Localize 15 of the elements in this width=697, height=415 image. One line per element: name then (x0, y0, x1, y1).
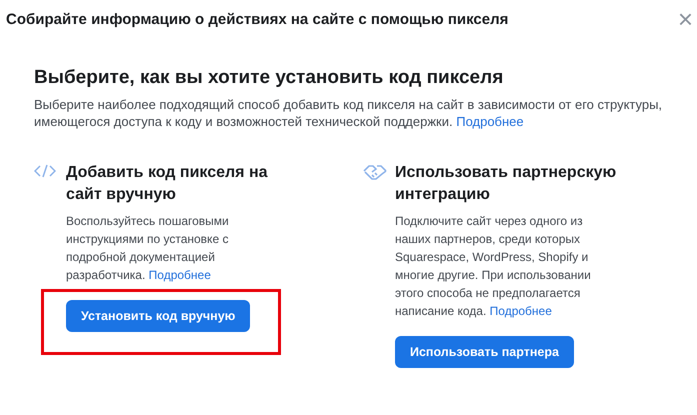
option-button[interactable]: Установить код вручную (66, 300, 250, 332)
dialog-title: Собирайте информацию о действиях на сайте с помощью пикселя (6, 10, 508, 28)
option-description: Подключите сайт через одного из наших партнеров, среди которых Squarespace, WordPress, Shopify и многие другие. При использовании этого способа не предполагается написание кода. Подробнее (395, 213, 592, 320)
section-heading: Выберите, как вы хотите установить код пикселя (34, 67, 504, 89)
option-description: Воспользуйтесь пошаговыми инструкциями по установке с подробной документацией разработчика. Подробнее (66, 213, 230, 284)
option-title: Использовать партнерскую интеграцию (395, 163, 618, 205)
handshake-icon (363, 164, 387, 180)
learn-more-link[interactable]: Подробнее (456, 114, 524, 129)
option-button[interactable]: Использовать партнера (395, 336, 574, 368)
learn-more-link[interactable]: Подробнее (148, 268, 211, 282)
description-text: Выберите наиболее подходящий способ добавить код пикселя на сайт в зависимости от его структуры, имеющегося доступа к коду и возможностей технической поддержки. Подробнее (34, 96, 664, 130)
option-title: Добавить код пикселя на сайт вручную (66, 163, 269, 205)
close-button[interactable]: × (678, 9, 693, 29)
code-icon (34, 164, 56, 178)
learn-more-link[interactable]: Подробнее (490, 304, 552, 318)
